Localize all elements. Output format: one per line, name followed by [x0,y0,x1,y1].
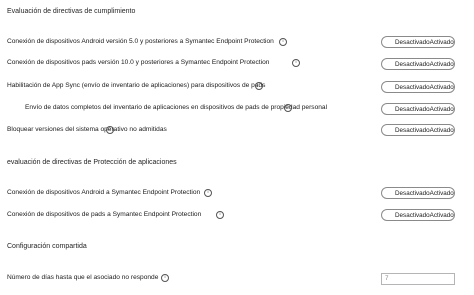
days-unresponsive-label: Número de días hasta que el asociado no … [7,274,158,281]
info-icon[interactable]: i [279,38,287,46]
android-sep-toggle[interactable]: Desactivado Activado [381,36,455,48]
toggle-off-option[interactable]: Desactivado [395,106,430,113]
toggle-on-option[interactable]: Activado [430,84,454,91]
info-icon[interactable]: i [292,59,300,67]
row-label-text: Número de días hasta que el asociado no … [7,274,159,281]
info-icon[interactable]: i [161,274,169,282]
android-app-protection-label: Conexión de dispositivos Android a Syman… [7,189,200,196]
row-label-text: Conexión de dispositivos Android versión… [7,38,274,45]
app-protection-section-title: evaluación de directivas de Protección d… [7,159,177,166]
app-sync-toggle[interactable]: Desactivado Activado [381,81,455,93]
toggle-on-option[interactable]: Activado [430,61,454,68]
toggle-on-option[interactable]: Activado [430,190,454,197]
android-app-protection-toggle[interactable]: Desactivado Activado [381,187,455,199]
block-os-label: Bloquear versiones del sistema operativo… [7,126,167,133]
info-icon[interactable]: i [255,82,263,90]
toggle-on-option[interactable]: Activado [430,106,454,113]
row-label-text: Habilitación de App Sync (envío de inven… [7,82,266,89]
compliance-section-title: Evaluación de directivas de cumplimiento [7,8,136,15]
row-label-text: Conexión de dispositivos Android a Syman… [7,189,201,196]
toggle-off-option[interactable]: Desactivado [395,190,430,197]
info-icon[interactable]: i [284,104,292,112]
block-os-toggle[interactable]: Desactivado Activado [381,124,455,136]
full-inventory-label: Envío de datos completos del inventario … [25,104,327,111]
app-sync-label: Habilitación de App Sync (envío de inven… [7,82,265,89]
ipad-app-protection-toggle[interactable]: Desactivado Activado [381,209,455,221]
android-sep-label: Conexión de dispositivos Android versión… [7,38,274,45]
row-label-text: Conexión de dispositivos pads versión 10… [7,59,270,66]
toggle-off-option[interactable]: Desactivado [395,212,430,219]
row-label-text: Envío de datos completos del inventario … [25,104,328,111]
ipad-app-protection-label: Conexión de dispositivos de pads a Syman… [7,211,201,218]
toggle-on-option[interactable]: Activado [430,39,454,46]
days-unresponsive-input[interactable]: 7 [381,273,455,285]
info-icon[interactable]: i [106,126,114,134]
toggle-off-option[interactable]: Desactivado [395,39,430,46]
shared-config-section-title: Configuración compartida [7,243,87,250]
ipad-sep-toggle[interactable]: Desactivado Activado [381,58,455,70]
toggle-off-option[interactable]: Desactivado [395,84,430,91]
info-icon[interactable]: i [216,211,224,219]
full-inventory-toggle[interactable]: Desactivado Activado [381,103,455,115]
row-label-text: Conexión de dispositivos de pads a Syman… [7,211,202,218]
toggle-off-option[interactable]: Desactivado [395,127,430,134]
ipad-sep-label: Conexión de dispositivos pads versión 10… [7,59,269,66]
toggle-on-option[interactable]: Activado [430,127,454,134]
info-icon[interactable]: i [204,189,212,197]
toggle-off-option[interactable]: Desactivado [395,61,430,68]
row-label-text: Bloquear versiones del sistema operativo… [7,126,167,133]
toggle-on-option[interactable]: Activado [430,212,454,219]
